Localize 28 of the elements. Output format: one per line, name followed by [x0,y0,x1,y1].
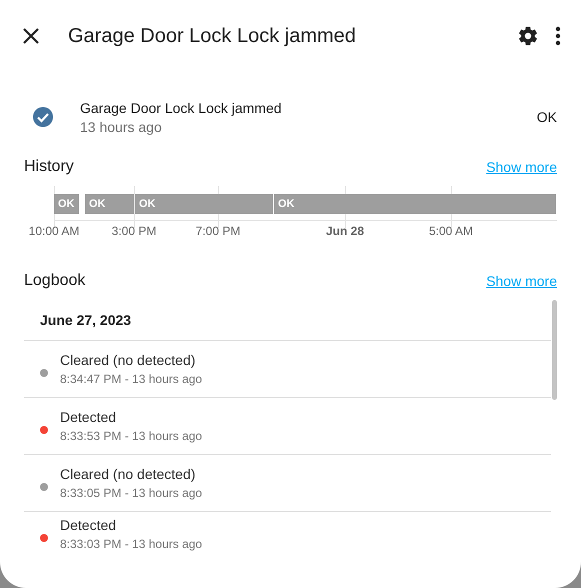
show-more-link[interactable]: Show more [486,159,557,175]
section-title: History [24,158,74,176]
timeline-segment[interactable]: OK [135,194,273,214]
axis-label: 3:00 PM [112,224,156,238]
check-circle-icon [32,106,54,128]
entry-time: 8:33:05 PM - 13 hours ago [60,486,202,500]
entry-message: Detected [60,517,118,533]
axis-label: 5:00 AM [428,224,474,238]
dialog-title: Garage Door Lock Lock jammed [68,24,357,48]
scrollbar[interactable] [552,300,557,400]
entry-time: 8:33:03 PM - 13 hours ago [60,537,202,551]
entry-time: 8:33:53 PM - 13 hours ago [60,429,202,443]
entry-message: Detected [60,409,118,425]
date-heading: June 27, 2023 [24,300,551,341]
timeline-segment[interactable]: OK [54,194,79,214]
entity-state: OK [536,109,557,125]
entity-time: 13 hours ago [80,118,163,134]
timeline-segment[interactable]: OK [85,194,134,214]
entity-name: Garage Door Lock Lock jammed [80,100,283,116]
axis-label: Jun 28 [326,224,364,238]
entry-time: 8:34:47 PM - 13 hours ago [60,372,202,386]
entry-message: Cleared (no detected) [60,466,196,482]
axis-label: 7:00 PM [196,224,240,238]
show-more-link[interactable]: Show more [486,273,557,289]
axis-label: 10:00 AM [28,224,80,238]
entry-message: Cleared (no detected) [60,352,196,368]
section-title: Logbook [24,272,86,290]
timeline-segment[interactable]: OK [274,194,556,214]
